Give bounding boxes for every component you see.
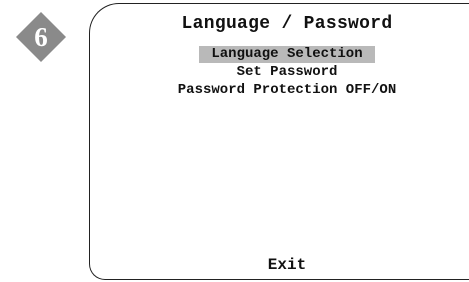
step-badge: 6 [15, 11, 67, 63]
menu-item-set-password[interactable]: Set Password [89, 64, 469, 82]
menu-item-label: Password Protection OFF/ON [177, 82, 397, 98]
menu-list: Language Selection Set Password Password… [89, 46, 469, 100]
exit-menu-item[interactable]: Exit [89, 256, 469, 274]
menu-title: Language / Password [181, 14, 393, 34]
menu-item-language-selection[interactable]: Language Selection [89, 46, 469, 64]
menu-item-label: Set Password [236, 64, 338, 80]
menu-item-label: Language Selection [199, 46, 375, 63]
step-number: 6 [34, 22, 48, 52]
osd-menu-panel [89, 3, 469, 280]
menu-item-password-protection[interactable]: Password Protection OFF/ON [89, 82, 469, 100]
